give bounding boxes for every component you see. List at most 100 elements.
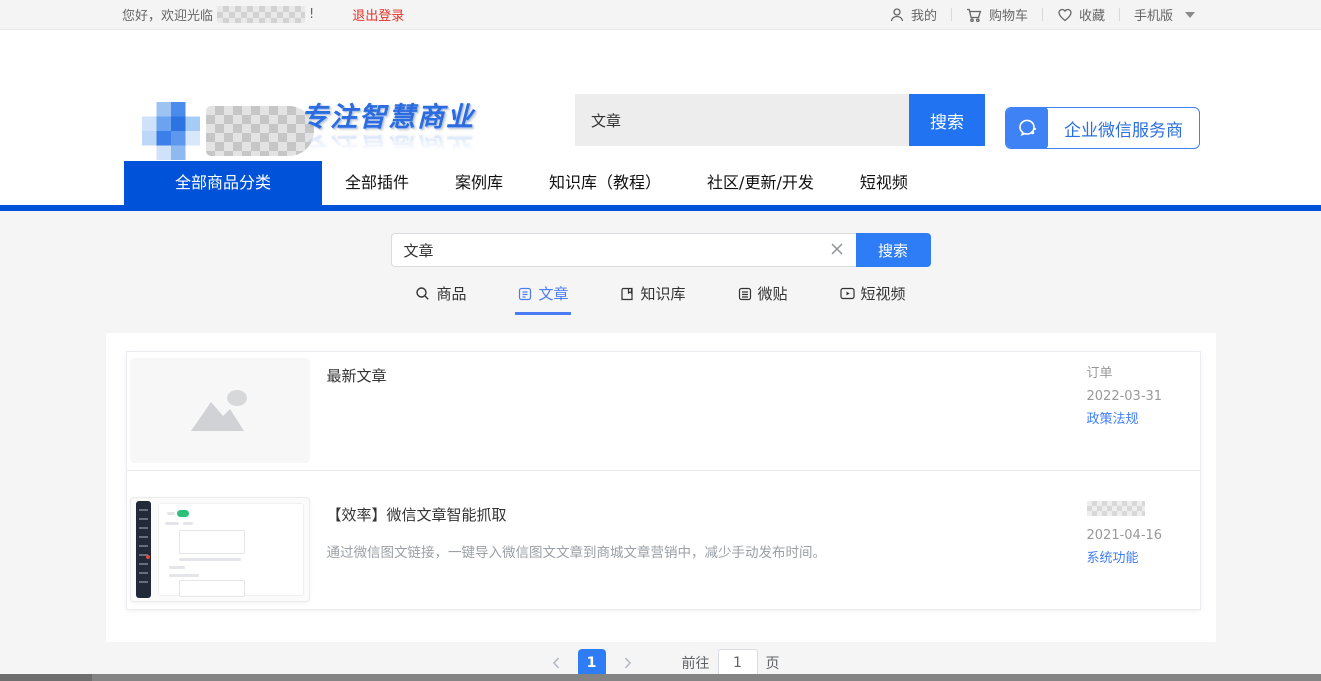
article-icon xyxy=(518,287,532,301)
redacted-author xyxy=(1087,501,1145,516)
tab-knowledge-label: 知识库 xyxy=(640,283,685,304)
thumb-line xyxy=(179,558,241,561)
thumb-line xyxy=(183,522,193,525)
wecom-chat-icon xyxy=(1016,117,1038,139)
wecom-icon-box xyxy=(1006,107,1048,149)
cart-link[interactable]: 购物车 xyxy=(966,5,1028,24)
topbar: 您好，欢迎光临 ! 退出登录 我的 购物车 收藏 xyxy=(0,0,1321,30)
goto-page-input[interactable] xyxy=(718,649,758,674)
cart-icon xyxy=(966,7,983,23)
redacted-username xyxy=(217,6,305,23)
result-date: 2021-04-16 xyxy=(1087,524,1184,547)
redacted-logo-text xyxy=(206,106,314,156)
nav-community[interactable]: 社区/更新/开发 xyxy=(684,161,837,205)
image-placeholder-icon xyxy=(185,387,255,435)
knowledge-icon xyxy=(620,287,634,301)
result-type-tabs: 商品 文章 知识库 微贴 短视频 xyxy=(0,283,1321,315)
result-title[interactable]: 【效率】微信文章智能抓取 xyxy=(327,504,1087,525)
nav-all-categories[interactable]: 全部商品分类 xyxy=(124,161,322,205)
favorites-label: 收藏 xyxy=(1079,5,1105,24)
result-category-link[interactable]: 系统功能 xyxy=(1087,547,1139,570)
tab-goods[interactable]: 商品 xyxy=(412,283,469,315)
wecom-service-button[interactable]: 企业微信服务商 xyxy=(1005,107,1200,149)
tab-videos-label: 短视频 xyxy=(861,283,906,304)
thumb-textarea xyxy=(179,580,245,597)
result-row[interactable]: 【效率】微信文章智能抓取 通过微信图文链接，一键导入微信图文文章到商城文章营销中… xyxy=(127,470,1200,609)
page-1-button[interactable]: 1 xyxy=(578,649,606,674)
list-icon xyxy=(738,287,752,301)
divider xyxy=(1119,8,1120,21)
mobile-version-dropdown[interactable]: 手机版 xyxy=(1134,5,1195,24)
nav-case-library[interactable]: 案例库 xyxy=(432,161,526,205)
tab-articles-label: 文章 xyxy=(538,283,568,304)
prev-page-button[interactable] xyxy=(542,649,570,674)
result-title[interactable]: 最新文章 xyxy=(327,365,1087,386)
result-date: 2022-03-31 xyxy=(1087,385,1184,408)
magnifier-icon xyxy=(415,286,430,301)
main-nav: 全部商品分类 全部插件 案例库 知识库（教程） 社区/更新/开发 短视频 xyxy=(0,161,1321,205)
heart-icon xyxy=(1057,7,1073,22)
my-account-label: 我的 xyxy=(911,5,937,24)
divider xyxy=(951,8,952,21)
close-icon xyxy=(830,242,844,256)
results-list: 最新文章 订单 2022-03-31 政策法规 xyxy=(126,351,1201,610)
goto-label: 前往 xyxy=(682,653,710,673)
horizontal-scrollbar[interactable] xyxy=(0,674,1321,681)
result-thumbnail-screenshot xyxy=(130,497,310,602)
tab-knowledge[interactable]: 知识库 xyxy=(617,283,688,315)
thumb-line xyxy=(167,512,175,515)
greeting-text: 您好，欢迎光临 xyxy=(122,5,213,24)
cart-label: 购物车 xyxy=(989,5,1028,24)
video-icon xyxy=(840,287,855,300)
slogan-text: 专注智慧商业 xyxy=(301,104,475,131)
nav-all-plugins[interactable]: 全部插件 xyxy=(322,161,432,205)
result-category-link[interactable]: 政策法规 xyxy=(1087,408,1139,431)
thumb-line xyxy=(165,522,179,525)
panel-search-input[interactable] xyxy=(391,233,856,267)
site-logo[interactable] xyxy=(142,102,200,160)
thumb-line xyxy=(169,574,199,577)
tab-posts[interactable]: 微贴 xyxy=(735,283,791,315)
results-container: 最新文章 订单 2022-03-31 政策法规 xyxy=(106,333,1216,642)
header-search-button[interactable]: 搜索 xyxy=(909,94,985,146)
result-description: 通过微信图文链接，一键导入微信图文文章到商城文章营销中，减少手动发布时间。 xyxy=(327,541,987,561)
panel-search-button[interactable]: 搜索 xyxy=(856,233,931,267)
nav-short-video[interactable]: 短视频 xyxy=(837,161,931,205)
slogan-reflection: 专注智慧商业 xyxy=(301,133,475,160)
caret-down-icon xyxy=(1185,12,1195,18)
header: 专注智慧商业 专注智慧商业 搜索 企业微信服务商 xyxy=(0,30,1321,161)
pagination: 1 前往 页 xyxy=(0,649,1321,674)
thumb-badge-dot xyxy=(146,555,150,559)
favorites-link[interactable]: 收藏 xyxy=(1057,5,1105,24)
clear-search-button[interactable] xyxy=(830,242,844,256)
my-account-link[interactable]: 我的 xyxy=(889,5,937,24)
logout-link[interactable]: 退出登录 xyxy=(352,5,404,24)
result-row[interactable]: 最新文章 订单 2022-03-31 政策法规 xyxy=(127,352,1200,470)
tab-goods-label: 商品 xyxy=(436,283,466,304)
page: 您好，欢迎光临 ! 退出登录 我的 购物车 收藏 xyxy=(0,0,1321,674)
chevron-right-icon xyxy=(623,656,633,670)
tab-articles[interactable]: 文章 xyxy=(515,283,571,315)
thumb-toggle xyxy=(177,510,189,517)
wecom-service-label: 企业微信服务商 xyxy=(1048,116,1199,141)
person-icon xyxy=(889,7,905,23)
mobile-version-label: 手机版 xyxy=(1134,5,1173,24)
result-thumbnail-placeholder xyxy=(130,358,310,463)
tab-videos[interactable]: 短视频 xyxy=(837,283,909,315)
divider xyxy=(1042,8,1043,21)
nav-knowledge-base[interactable]: 知识库（教程） xyxy=(526,161,684,205)
page-unit-label: 页 xyxy=(766,653,780,673)
thumb-sidebar xyxy=(136,501,151,598)
result-meta-top: 订单 xyxy=(1087,362,1184,385)
thumb-line xyxy=(169,566,185,569)
header-search-input[interactable] xyxy=(575,94,909,146)
next-page-button[interactable] xyxy=(614,649,642,674)
search-results-section: 搜索 商品 文章 知识库 微贴 短视频 xyxy=(0,211,1321,674)
tab-posts-label: 微贴 xyxy=(758,283,788,304)
greeting-suffix: ! xyxy=(309,7,314,22)
slogan: 专注智慧商业 专注智慧商业 xyxy=(301,104,475,160)
thumb-textarea xyxy=(179,530,245,554)
chevron-left-icon xyxy=(551,656,561,670)
panel-search: 搜索 xyxy=(391,233,931,267)
header-search: 搜索 xyxy=(575,94,985,146)
